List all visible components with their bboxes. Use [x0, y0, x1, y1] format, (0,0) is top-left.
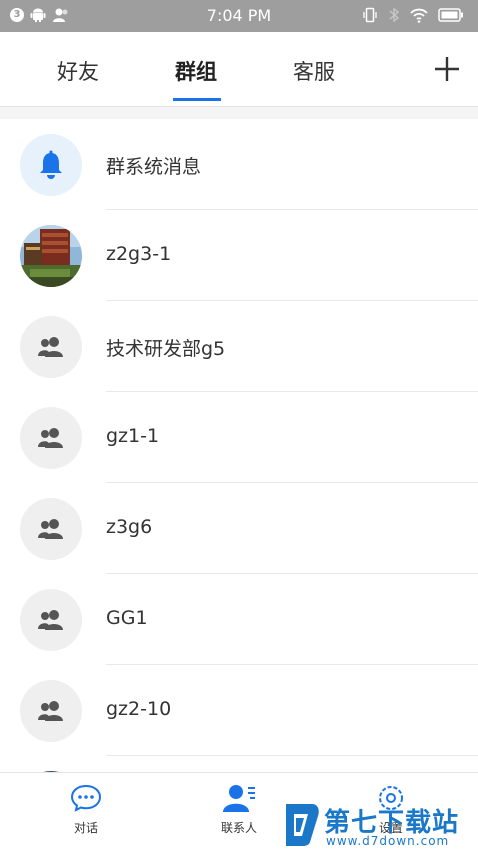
group-name: gz2-10 — [106, 698, 172, 720]
status-right — [362, 7, 464, 23]
watermark-url: www.d7down.com — [326, 834, 450, 848]
battery-icon — [438, 8, 463, 22]
group-row[interactable]: 技术研发部g5 — [0, 301, 478, 392]
group-name: 技术研发部g5 — [106, 338, 226, 360]
bell-icon — [40, 150, 62, 179]
group-name: gz1-1 — [106, 425, 160, 447]
header: 好友 群组 客服 — [0, 32, 478, 107]
avatar — [20, 134, 82, 196]
status-bar: 3 7:04 PM — [0, 0, 478, 32]
group-row[interactable]: gz1-1 — [0, 392, 478, 483]
avatar — [20, 589, 82, 651]
group-row-system-messages[interactable]: 群系统消息 — [0, 119, 478, 210]
watermark-logo-icon — [286, 804, 319, 846]
group-row[interactable]: z2g3-1 — [0, 210, 478, 301]
tab-groups[interactable]: 群组 — [175, 56, 217, 86]
wifi-icon — [410, 8, 428, 23]
group-row-partial[interactable] — [0, 756, 478, 772]
avatar — [20, 407, 82, 469]
group-row[interactable]: gz2-10 — [0, 665, 478, 756]
group-name: z2g3-1 — [106, 243, 172, 265]
group-row[interactable]: z3g6 — [0, 483, 478, 574]
group-name: 群系统消息 — [106, 156, 202, 178]
add-icon[interactable] — [434, 56, 460, 82]
group-icon — [38, 701, 63, 721]
tab-friends[interactable]: 好友 — [57, 56, 99, 86]
nav-label: 对话 — [73, 821, 98, 835]
group-photo-avatar — [20, 225, 82, 287]
chat-icon — [70, 784, 102, 812]
watermark: 第七下载站 www.d7down.com — [282, 800, 472, 850]
avatar — [20, 498, 82, 560]
contacts-icon — [223, 785, 255, 812]
group-icon — [38, 337, 63, 357]
avatar — [20, 316, 82, 378]
section-gap — [0, 107, 478, 119]
group-name: z3g6 — [106, 516, 153, 538]
group-icon — [38, 610, 63, 630]
vibrate-icon — [363, 7, 377, 23]
avatar — [20, 225, 82, 287]
group-list: 群系统消息 z2g3-1 技术研发部g5 gz1-1 z3g6 GG1 gz2-… — [0, 119, 478, 772]
group-icon — [38, 519, 63, 539]
active-tab-indicator — [173, 98, 221, 101]
nav-item-contacts[interactable]: 联系人 — [194, 783, 284, 836]
nav-item-chat[interactable]: 对话 — [41, 783, 131, 836]
avatar — [20, 680, 82, 742]
group-row[interactable]: GG1 — [0, 574, 478, 665]
nav-label: 联系人 — [220, 821, 257, 835]
group-icon — [38, 428, 63, 448]
group-name: GG1 — [106, 607, 148, 629]
tab-customer-service[interactable]: 客服 — [293, 56, 335, 86]
bluetooth-icon — [389, 7, 400, 23]
